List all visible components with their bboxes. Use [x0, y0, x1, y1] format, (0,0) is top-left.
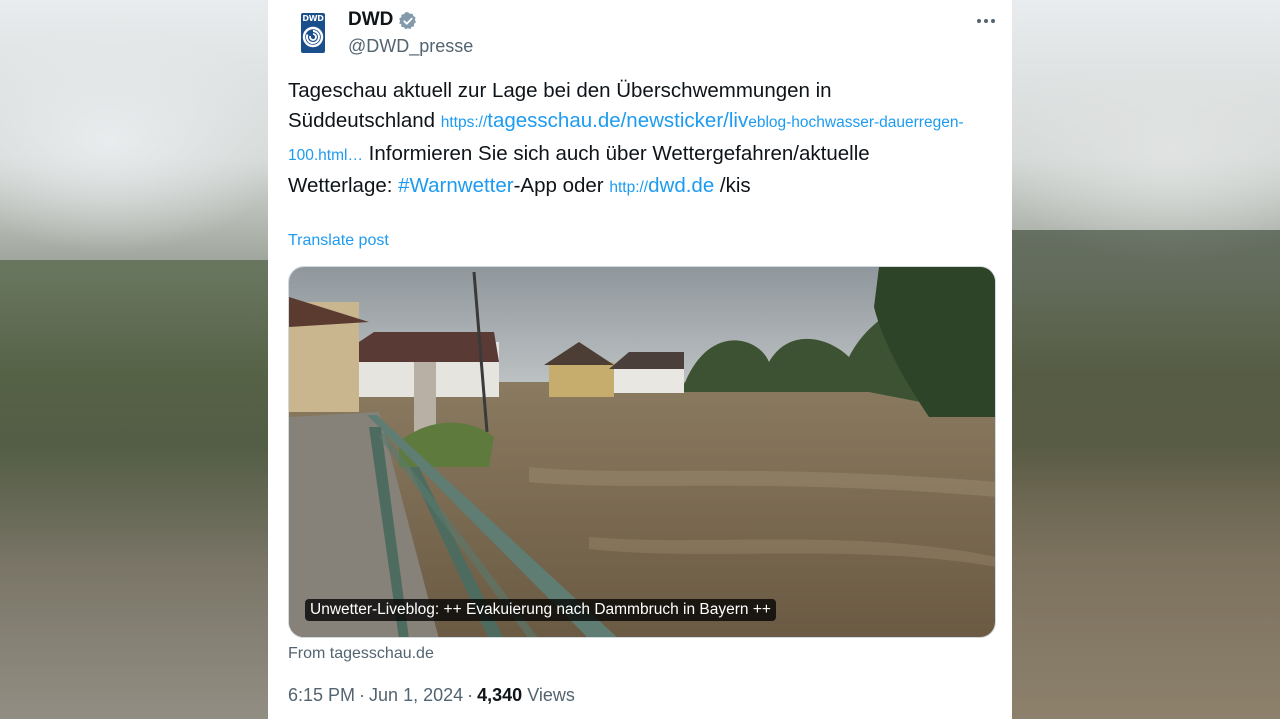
avatar[interactable]: DWD [301, 13, 325, 53]
author-name[interactable]: DWD [348, 9, 393, 31]
link-scheme: http:// [609, 178, 649, 196]
views-label: Views [527, 685, 575, 705]
link-main: tagesschau.de/newsticker/liv [487, 109, 749, 133]
post-text-segment: /kis [714, 173, 751, 197]
verified-badge-icon [399, 12, 416, 30]
more-dots-icon [977, 19, 981, 23]
house-far [614, 367, 684, 393]
post-text: Tageschau aktuell zur Lage bei den Übers… [288, 76, 978, 203]
dwd-logo-icon [302, 26, 324, 48]
link-card-image[interactable]: Unwetter-Liveblog: ++ Evakuierung nach D… [288, 266, 996, 638]
post-text-segment: -App oder [513, 173, 610, 197]
meta-separator: · [467, 685, 474, 705]
link-card-title: Unwetter-Liveblog: ++ Evakuierung nach D… [305, 599, 776, 621]
more-dot [991, 19, 995, 23]
avatar-logo-text: DWD [302, 14, 324, 23]
dwd-link[interactable]: http://dwd.de [609, 174, 714, 197]
more-options-button[interactable] [972, 8, 1000, 34]
flood-photo [289, 267, 995, 637]
house-yellow [549, 362, 614, 397]
translate-post-button[interactable]: Translate post [288, 232, 389, 250]
pillar [414, 362, 436, 432]
post-time[interactable]: 6:15 PM [288, 685, 355, 705]
meta-separator: · [359, 685, 366, 705]
more-dot [984, 19, 988, 23]
post-meta: 6:15 PM · Jun 1, 2024 · 4,340 Views [288, 685, 575, 706]
post-date[interactable]: Jun 1, 2024 [369, 685, 463, 705]
link-source[interactable]: From tagesschau.de [288, 645, 434, 663]
link-scheme: https:// [440, 114, 488, 132]
hashtag-link[interactable]: #Warnwetter [398, 174, 513, 197]
link-main: dwd.de [648, 173, 715, 197]
author-handle[interactable]: @DWD_presse [348, 36, 473, 57]
views-count: 4,340 [477, 685, 523, 705]
